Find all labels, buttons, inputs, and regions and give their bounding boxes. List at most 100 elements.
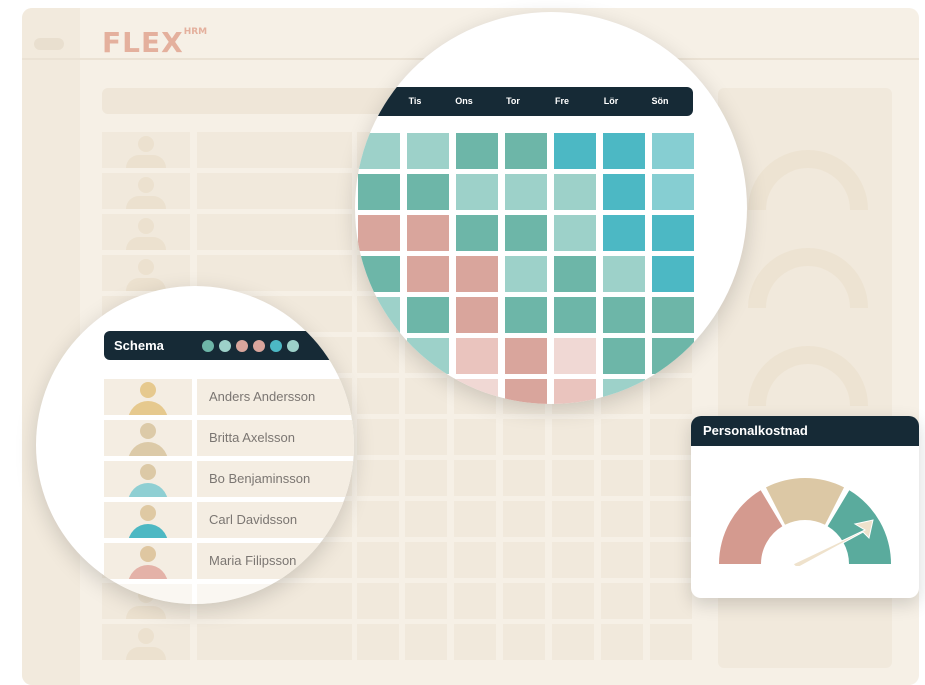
shift-cell[interactable]: [505, 256, 547, 292]
background-cell: [102, 132, 190, 168]
sidebar-toggle[interactable]: [34, 38, 64, 50]
shift-cell[interactable]: [407, 133, 449, 169]
shift-cell[interactable]: [407, 338, 449, 374]
shift-cell[interactable]: [554, 338, 596, 374]
employee-row-placeholder: [104, 584, 354, 604]
shift-cell[interactable]: [456, 338, 498, 374]
background-cell: [102, 624, 190, 660]
gauge-segment-mid: [765, 478, 845, 525]
shift-cell[interactable]: [456, 297, 498, 333]
shift-cell[interactable]: [407, 174, 449, 210]
shift-cell[interactable]: [652, 338, 694, 374]
weekday-tor[interactable]: Tor: [488, 87, 538, 116]
weekday-tis[interactable]: Tis: [390, 87, 440, 116]
background-cell: [503, 542, 545, 578]
employee-name: Britta Axelsson: [197, 420, 354, 456]
avatar: [104, 420, 192, 456]
shift-cell[interactable]: [603, 133, 645, 169]
background-cell: [552, 460, 594, 496]
background-cell: [601, 460, 643, 496]
shift-cell[interactable]: [358, 297, 400, 333]
shift-cell[interactable]: [358, 133, 400, 169]
shift-cell[interactable]: [407, 379, 449, 404]
employee-row[interactable]: Maria Filipsson: [104, 543, 354, 579]
employee-name: Bo Benjaminsson: [197, 461, 354, 497]
background-cell: [197, 173, 352, 209]
avatar-head: [140, 546, 156, 562]
background-cell: [503, 583, 545, 619]
shift-cell[interactable]: [603, 338, 645, 374]
shift-cell[interactable]: [456, 174, 498, 210]
background-cell: [357, 460, 399, 496]
shift-cell[interactable]: [407, 297, 449, 333]
shift-cell[interactable]: [554, 133, 596, 169]
cost-gauge: [719, 478, 891, 566]
employee-row[interactable]: Anders Andersson: [104, 379, 354, 415]
shift-cell[interactable]: [652, 256, 694, 292]
avatar-body: [128, 483, 168, 497]
shift-cell[interactable]: [456, 215, 498, 251]
background-cell: [650, 583, 692, 619]
shift-cell[interactable]: [456, 256, 498, 292]
avatar-placeholder: [138, 136, 154, 152]
shift-cell[interactable]: [603, 379, 645, 404]
shift-cell[interactable]: [505, 174, 547, 210]
shift-cell[interactable]: [652, 174, 694, 210]
card-title: Personalkostnad: [703, 423, 808, 438]
background-cell: [405, 583, 447, 619]
shift-cell[interactable]: [603, 215, 645, 251]
background-cell: [454, 501, 496, 537]
background-cell: [405, 419, 447, 455]
background-cell: [405, 624, 447, 660]
shift-cell[interactable]: [505, 297, 547, 333]
weekday-fre[interactable]: Fre: [537, 87, 587, 116]
shift-cell[interactable]: [358, 256, 400, 292]
employee-row[interactable]: Britta Axelsson: [104, 420, 354, 456]
shift-cell[interactable]: [456, 379, 498, 404]
weekday-lör[interactable]: Lör: [586, 87, 636, 116]
shift-cell[interactable]: [603, 174, 645, 210]
shift-cell[interactable]: [554, 297, 596, 333]
schema-header: Schema: [104, 331, 354, 360]
shift-cell[interactable]: [358, 379, 400, 404]
background-cell: [503, 419, 545, 455]
background-cell: [650, 419, 692, 455]
background-cell: [454, 460, 496, 496]
shift-cell[interactable]: [505, 215, 547, 251]
background-cell: [357, 419, 399, 455]
shift-cell[interactable]: [358, 215, 400, 251]
legend-dot: [202, 340, 214, 352]
shift-cell[interactable]: [505, 338, 547, 374]
shift-cell[interactable]: [358, 174, 400, 210]
background-cell: [102, 255, 190, 291]
weekday-ons[interactable]: Ons: [439, 87, 489, 116]
shift-cell[interactable]: [358, 338, 400, 374]
shift-cell[interactable]: [652, 297, 694, 333]
avatar-head: [140, 505, 156, 521]
shift-cell[interactable]: [505, 133, 547, 169]
shift-cell[interactable]: [603, 297, 645, 333]
legend-dot: [270, 340, 282, 352]
shift-cell[interactable]: [652, 215, 694, 251]
weekday-sön[interactable]: Sön: [635, 87, 685, 116]
background-cell: [454, 624, 496, 660]
shift-cell[interactable]: [652, 379, 694, 404]
background-cell: [503, 624, 545, 660]
shift-cell[interactable]: [505, 379, 547, 404]
shift-cell[interactable]: [554, 215, 596, 251]
shift-cell[interactable]: [407, 256, 449, 292]
shift-cell[interactable]: [554, 379, 596, 404]
employee-name: Carl Davidsson: [197, 502, 354, 538]
background-cell: [552, 419, 594, 455]
avatar: [104, 502, 192, 538]
shift-cell[interactable]: [554, 256, 596, 292]
shift-cell[interactable]: [407, 215, 449, 251]
employee-row[interactable]: Carl Davidsson: [104, 502, 354, 538]
shift-cell[interactable]: [652, 133, 694, 169]
shift-cell[interactable]: [554, 174, 596, 210]
employee-row[interactable]: Bo Benjaminsson: [104, 461, 354, 497]
background-cell: [601, 542, 643, 578]
avatar-placeholder: [138, 259, 154, 275]
shift-cell[interactable]: [603, 256, 645, 292]
shift-cell[interactable]: [456, 133, 498, 169]
